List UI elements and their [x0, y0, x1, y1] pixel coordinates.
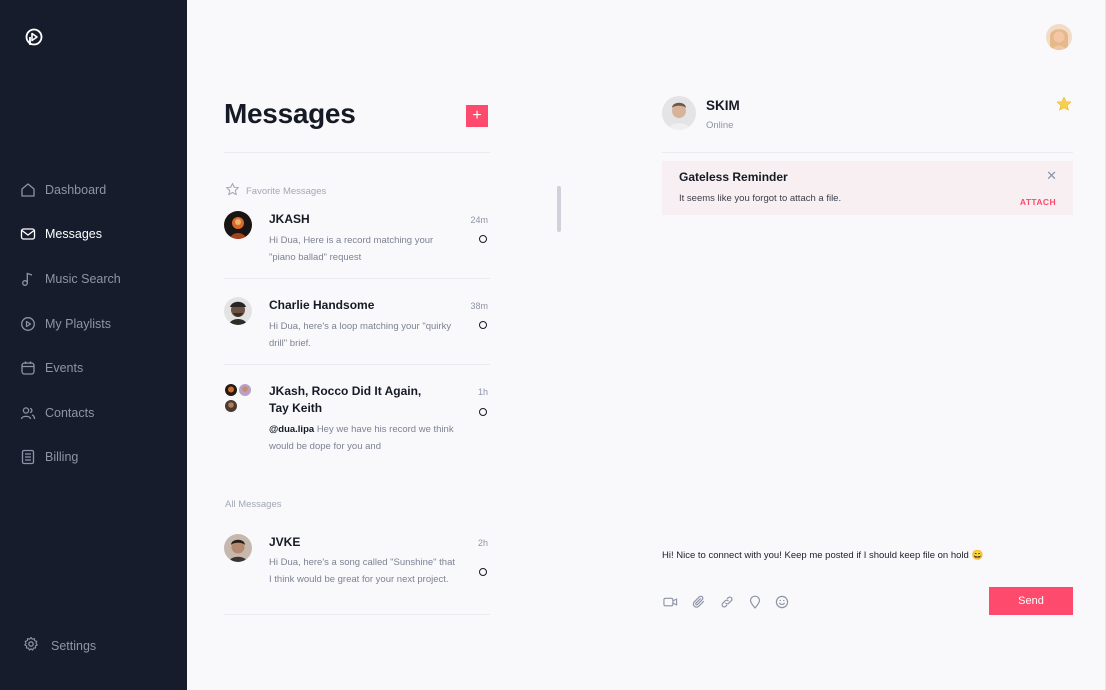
conversation-time: 2h [477, 538, 488, 548]
contact-status: Online [706, 120, 734, 131]
link-icon[interactable] [720, 595, 734, 609]
sidebar-item-messages[interactable]: Messages [20, 223, 180, 245]
message-input[interactable]: Hi! Nice to connect with you! Keep me po… [662, 550, 983, 561]
reminder-body: It seems like you forgot to attach a fil… [679, 193, 842, 204]
paperclip-icon[interactable] [692, 595, 706, 609]
divider [224, 152, 490, 153]
conversation-name: Charlie Handsome [269, 298, 375, 312]
music-note-icon [20, 271, 36, 287]
conversation-name: JKash, Rocco Did It Again, Tay Keith [269, 384, 422, 415]
conversation-item[interactable]: JVKE 2h Hi Dua, here's a song called "Su… [224, 534, 490, 614]
group-avatar [224, 383, 254, 413]
conversation-name: JKASH [269, 212, 310, 226]
sidebar-item-label: My Playlists [45, 317, 111, 331]
close-icon[interactable]: ✕ [1046, 168, 1057, 184]
mention[interactable]: @dua.lipa [269, 424, 314, 435]
unread-indicator [479, 408, 487, 416]
conversation-preview: Hi Dua, here's a song called "Sunshine" … [269, 557, 456, 585]
sidebar-item-music-search[interactable]: Music Search [20, 268, 180, 290]
gear-icon [23, 636, 39, 655]
contact-avatar[interactable] [662, 96, 696, 130]
avatar [224, 297, 252, 325]
sidebar-item-label: Contacts [45, 406, 95, 420]
settings-label: Settings [51, 638, 97, 653]
calendar-icon [20, 360, 36, 376]
conversation-time: 24m [470, 215, 488, 225]
mail-icon [20, 226, 36, 242]
sidebar-item-contacts[interactable]: Contacts [20, 402, 180, 424]
all-messages-label: All Messages [225, 499, 282, 510]
user-avatar[interactable] [1046, 24, 1072, 50]
sidebar-item-dashboard[interactable]: Dashboard [20, 179, 180, 201]
conversation-item[interactable]: JKASH 24m Hi Dua, Here is a record match… [224, 211, 490, 278]
all-messages-text: All Messages [225, 499, 282, 510]
unread-indicator [479, 235, 487, 243]
divider [662, 152, 1073, 153]
location-pin-icon[interactable] [748, 595, 762, 609]
sidebar-item-label: Dashboard [45, 183, 107, 197]
star-filled-icon[interactable] [1056, 96, 1072, 117]
sidebar-item-my-playlists[interactable]: My Playlists [20, 313, 180, 335]
divider [224, 364, 490, 365]
conversation-item-group[interactable]: JKash, Rocco Did It Again, Tay Keith 1h … [224, 383, 490, 458]
conversation-preview: @dua.lipa Hey we have his record we thin… [269, 421, 459, 455]
list-scrollbar[interactable] [557, 186, 561, 232]
star-outline-icon [225, 182, 240, 200]
conversation-item[interactable]: Charlie Handsome 38m Hi Dua, here's a lo… [224, 297, 490, 364]
video-icon[interactable] [663, 595, 678, 609]
page-title: Messages [224, 98, 356, 129]
play-circle-icon [20, 316, 36, 332]
users-icon [20, 405, 36, 421]
sidebar-item-label: Events [45, 361, 84, 375]
attach-button[interactable]: ATTACH [1020, 197, 1056, 207]
sidebar: Dashboard Messages Music Search My Playl… [0, 0, 187, 690]
reminder-banner: Gateless Reminder It seems like you forg… [662, 161, 1073, 215]
favorites-section-label: Favorite Messages [225, 182, 326, 200]
settings-button[interactable]: Settings [23, 636, 96, 655]
avatar [224, 211, 252, 239]
sidebar-item-billing[interactable]: Billing [20, 446, 180, 468]
logo-icon[interactable] [24, 27, 44, 47]
unread-indicator [479, 568, 487, 576]
sidebar-item-label: Messages [45, 227, 102, 241]
favorites-label: Favorite Messages [246, 185, 327, 197]
send-button[interactable]: Send [989, 587, 1073, 615]
divider [224, 278, 490, 279]
reminder-title: Gateless Reminder [679, 170, 788, 184]
home-icon [20, 182, 36, 198]
new-message-button[interactable]: + [466, 105, 488, 127]
conversation-name: JVKE [269, 535, 301, 549]
sidebar-item-label: Music Search [45, 272, 121, 286]
list-icon [20, 449, 36, 465]
divider [224, 614, 490, 615]
conversation-time: 38m [470, 301, 488, 311]
conversation-preview: Hi Dua, here's a loop matching your "qui… [269, 321, 452, 349]
emoji-icon[interactable] [775, 595, 789, 609]
conversation-time: 1h [477, 387, 488, 397]
sidebar-item-events[interactable]: Events [20, 357, 180, 379]
unread-indicator [479, 321, 487, 329]
conversation-preview: Hi Dua, Here is a record matching your "… [269, 235, 434, 263]
contact-name: SKIM [706, 98, 740, 113]
avatar [224, 534, 252, 562]
sidebar-item-label: Billing [45, 450, 79, 464]
